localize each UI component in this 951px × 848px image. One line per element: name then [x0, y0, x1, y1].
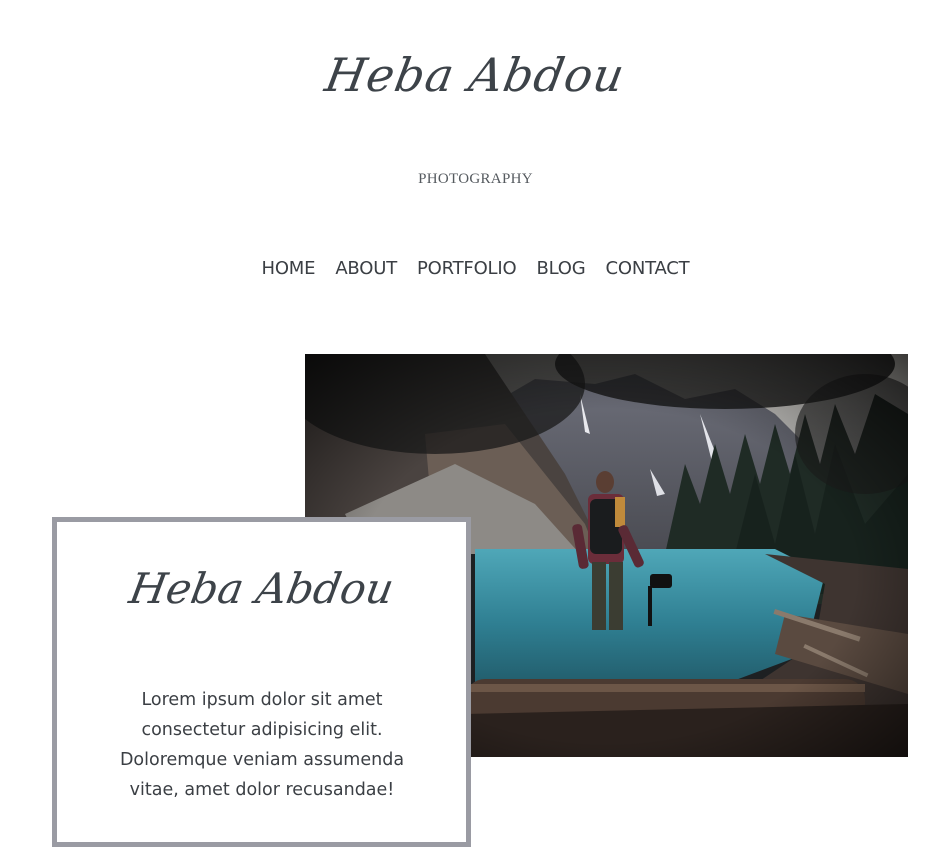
nav-contact[interactable]: CONTACT	[606, 258, 690, 279]
card-signature-text: Heba Abdou	[125, 564, 398, 613]
main-nav: HOME ABOUT PORTFOLIO BLOG CONTACT	[0, 258, 951, 279]
card-signature: Heba Abdou	[57, 564, 466, 613]
site-logo-signature: Heba Abdou	[321, 48, 630, 102]
site-tagline: PHOTOGRAPHY	[418, 171, 533, 187]
nav-home[interactable]: HOME	[262, 258, 316, 279]
nav-about[interactable]: ABOUT	[335, 258, 397, 279]
nav-blog[interactable]: BLOG	[536, 258, 585, 279]
card-body-text: Lorem ipsum dolor sit amet consectetur a…	[119, 690, 405, 800]
site-logo[interactable]: Heba Abdou	[0, 48, 951, 102]
intro-card: Heba Abdou Lorem ipsum dolor sit amet co…	[52, 517, 471, 847]
nav-portfolio[interactable]: PORTFOLIO	[417, 258, 517, 279]
